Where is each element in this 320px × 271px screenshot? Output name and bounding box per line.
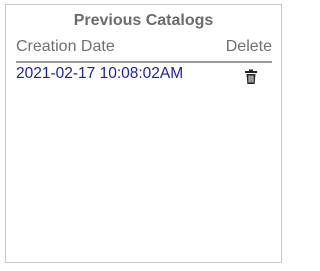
panel-title: Previous Catalogs [73, 12, 214, 29]
table-header: Creation Date Delete [16, 37, 272, 63]
trash-icon[interactable] [244, 69, 258, 85]
previous-catalogs-panel: Previous Catalogs Creation Date Delete 2… [5, 4, 282, 263]
column-header-delete: Delete [225, 38, 272, 55]
catalog-creation-date-link[interactable]: 2021-02-17 10:08:02AM [16, 65, 183, 83]
table-row: 2021-02-17 10:08:02AM [16, 65, 272, 89]
column-header-creation-date: Creation Date [16, 38, 115, 55]
